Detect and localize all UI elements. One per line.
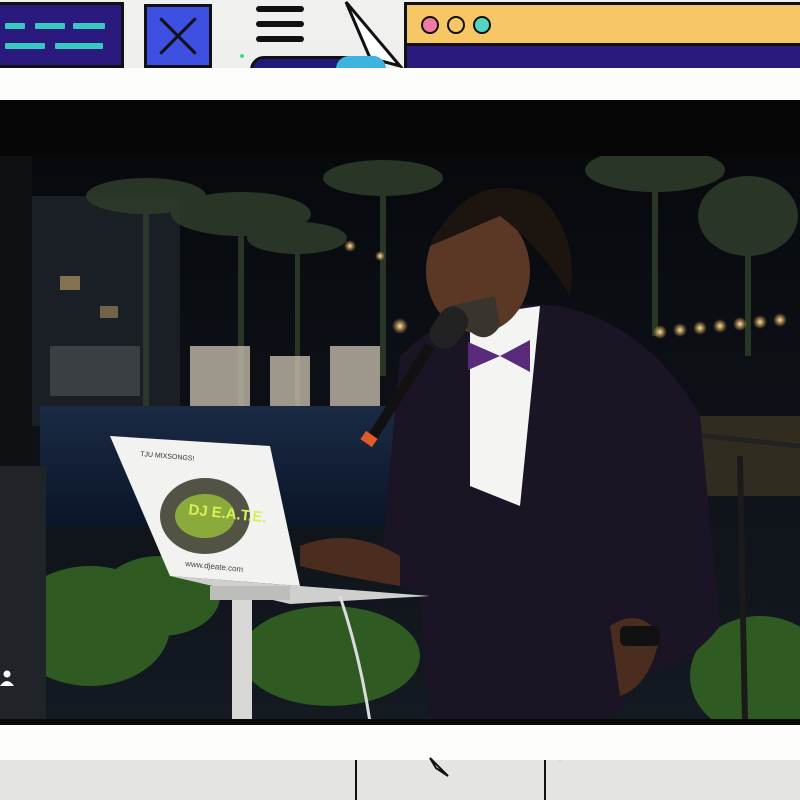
dashed-window-decoration: [0, 2, 124, 68]
bottom-arrow-decoration: [429, 757, 449, 777]
browser-dot-pink: [421, 16, 439, 34]
spark-decoration: [240, 54, 244, 58]
photo-scene: DJ E.A.T.E. TJU MIXSONGS! www.djeate.com: [0, 156, 800, 722]
dj-photo: DJ E.A.T.E. TJU MIXSONGS! www.djeate.com: [0, 156, 800, 722]
bottom-line-left: [355, 760, 357, 800]
browser-dot-yellow: [447, 16, 465, 34]
browser-dot-mint: [473, 16, 491, 34]
browser-window-decoration: [404, 2, 800, 72]
browser-title-bar: [407, 5, 800, 46]
card-bottom-band: [0, 719, 800, 725]
user-icon: [0, 670, 14, 686]
hamburger-icon: [256, 6, 304, 46]
close-window-decoration: [144, 4, 212, 68]
card-top-band: [0, 100, 800, 158]
bottom-line-right: [544, 760, 546, 800]
